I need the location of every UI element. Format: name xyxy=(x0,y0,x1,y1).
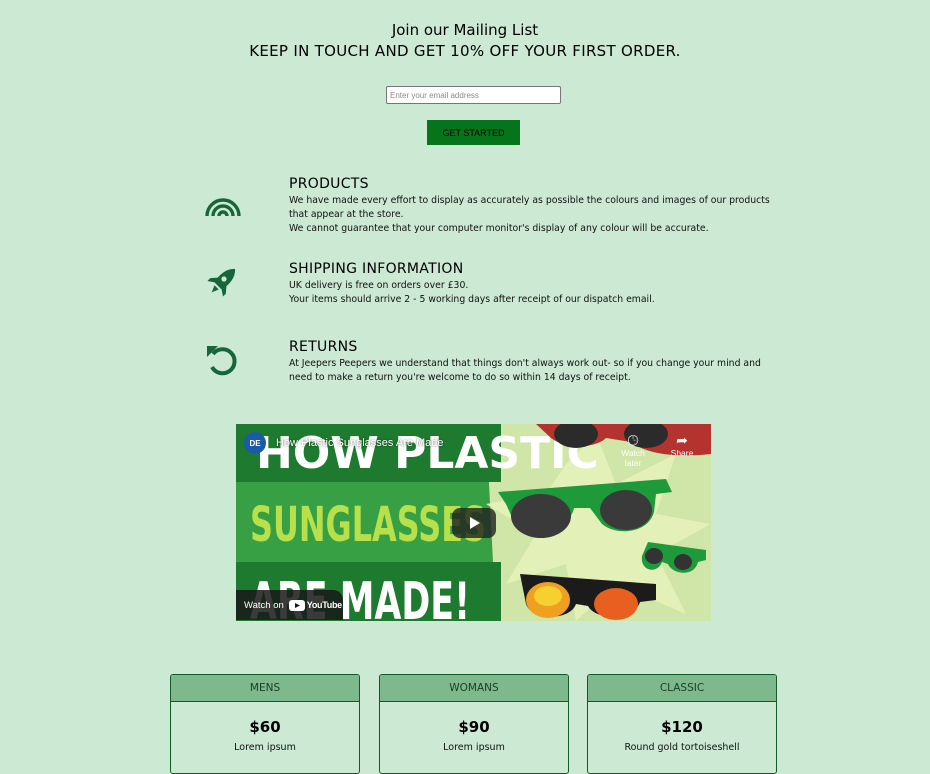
returns-title: RETURNS xyxy=(289,339,358,355)
email-input[interactable] xyxy=(386,86,561,104)
products-text-line: We cannot guarantee that your computer m… xyxy=(289,223,709,234)
card-price: $90 xyxy=(458,718,490,736)
watch-on-label: Watch on xyxy=(244,599,284,611)
get-started-button[interactable]: GET STARTED xyxy=(427,120,520,145)
mailing-subtitle: KEEP IN TOUCH AND GET 10% OFF YOUR FIRST… xyxy=(249,42,681,60)
shipping-title: SHIPPING INFORMATION xyxy=(289,261,464,277)
share-label: Share xyxy=(670,448,694,458)
watch-later-label: Watch later xyxy=(621,448,645,468)
products-title: PRODUCTS xyxy=(289,176,369,192)
clock-icon: 🕒︎ xyxy=(627,432,639,448)
undo-arrow-icon xyxy=(207,346,237,376)
card-header-womans[interactable]: WOMANS xyxy=(380,675,568,702)
shipping-text-line: UK delivery is free on orders over £30. xyxy=(289,280,469,291)
card-description: Lorem ipsum xyxy=(234,742,296,753)
shipping-text-line: Your items should arrive 2 - 5 working d… xyxy=(289,294,655,305)
share-arrow-icon: ➦ xyxy=(676,432,688,448)
youtube-logo: YouTube xyxy=(288,599,342,611)
card-price: $60 xyxy=(249,718,281,736)
thumb-line-1: HOW PLASTIC xyxy=(256,428,599,479)
rainbow-icon xyxy=(205,198,241,217)
card-price: $120 xyxy=(661,718,703,736)
video-title[interactable]: How Plastic Sunglasses Are Made xyxy=(276,437,444,449)
shipping-text: UK delivery is free on orders over £30. … xyxy=(289,279,779,307)
share-button[interactable]: ➦ Share xyxy=(662,432,702,458)
rocket-icon xyxy=(207,268,236,297)
card-classic: CLASSIC $120 Round gold tortoiseshell xyxy=(587,674,777,774)
watch-on-youtube-button[interactable]: Watch on YouTube xyxy=(236,590,343,620)
mailing-title: Join our Mailing List xyxy=(391,21,539,39)
youtube-play-icon xyxy=(288,599,305,611)
play-button[interactable] xyxy=(452,508,496,538)
video-player[interactable]: HOW PLASTIC SUNGLASSES ARE MADE! DE How … xyxy=(236,424,711,621)
card-mens: MENS $60 Lorem ipsum xyxy=(170,674,360,774)
returns-text: At Jeepers Peepers we understand that th… xyxy=(289,357,779,385)
youtube-wordmark: YouTube xyxy=(306,600,342,610)
card-description: Lorem ipsum xyxy=(443,742,505,753)
card-header-mens[interactable]: MENS xyxy=(171,675,359,702)
returns-text-line: At Jeepers Peepers we understand that th… xyxy=(289,358,761,383)
watch-later-button[interactable]: 🕒︎ Watch later xyxy=(613,432,653,468)
card-description: Round gold tortoiseshell xyxy=(624,742,740,753)
channel-avatar[interactable]: DE xyxy=(244,432,266,454)
card-header-classic[interactable]: CLASSIC xyxy=(588,675,776,702)
play-icon xyxy=(470,517,480,529)
products-text-line: We have made every effort to display as … xyxy=(289,195,770,220)
products-text: We have made every effort to display as … xyxy=(289,194,779,236)
thumb-line-2: SUNGLASSES xyxy=(250,497,486,553)
card-womans: WOMANS $90 Lorem ipsum xyxy=(379,674,569,774)
